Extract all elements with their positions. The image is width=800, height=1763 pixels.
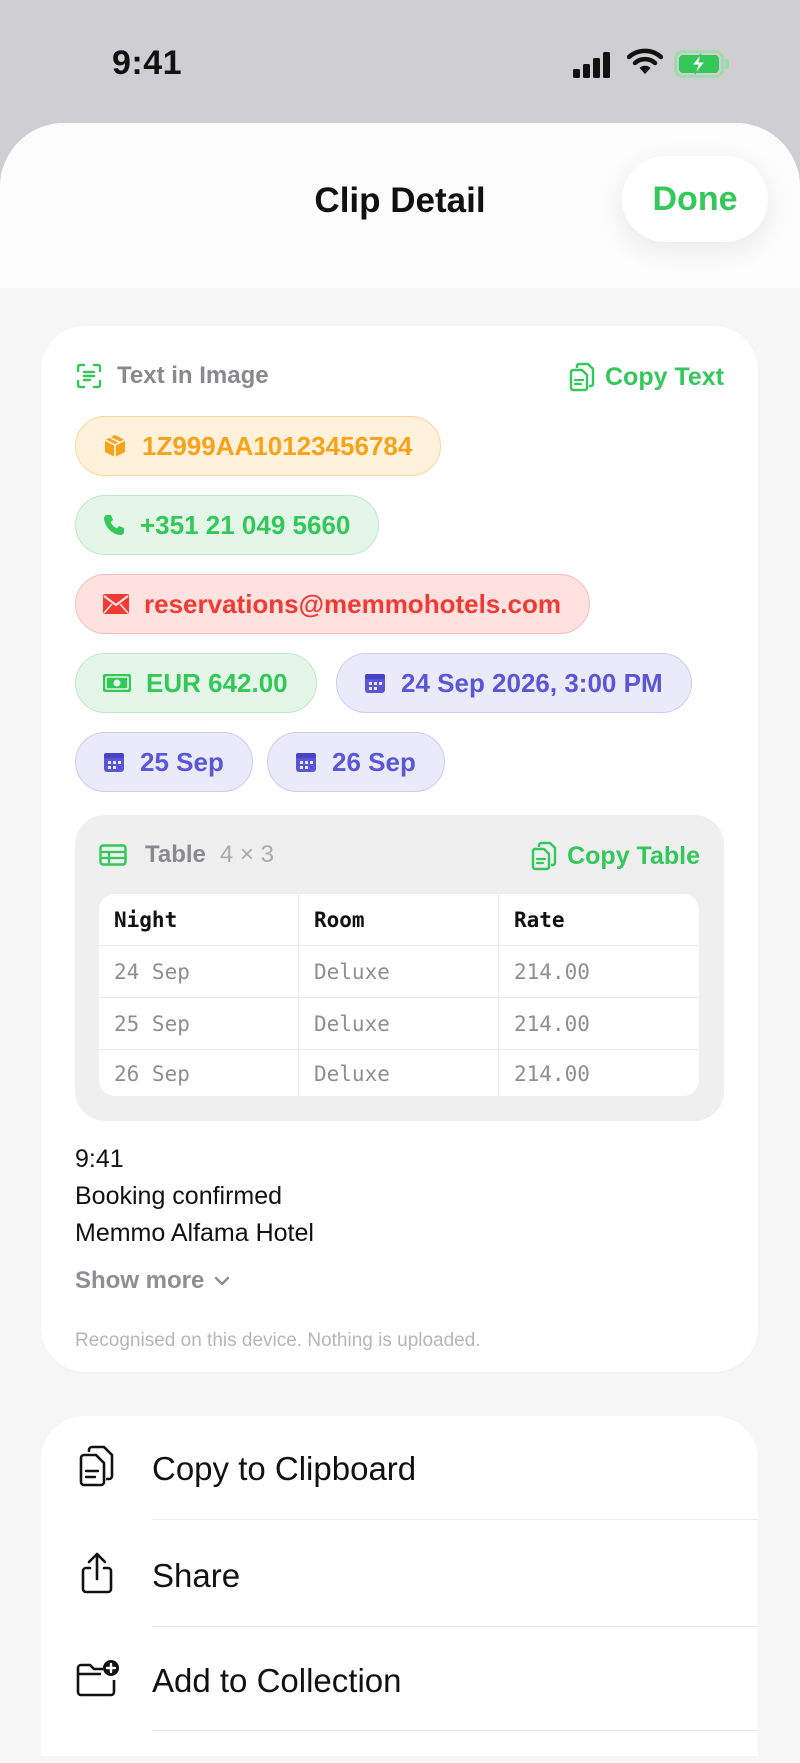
table-cell: Deluxe	[299, 998, 499, 1049]
folder-add-icon	[76, 1660, 119, 1697]
nav-bar: Clip Detail Done	[0, 123, 800, 288]
battery-charging-icon	[674, 50, 729, 78]
package-icon	[104, 435, 126, 457]
cellular-signal-icon	[573, 52, 610, 78]
action-label: Copy to Clipboard	[152, 1450, 417, 1487]
table-header-cell: Room	[299, 894, 499, 945]
datetime-chip[interactable]: 24 Sep 2026, 3:00 PM	[336, 653, 692, 713]
mail-icon	[103, 594, 129, 614]
add-to-collection-action[interactable]: Add to Collection	[41, 1628, 758, 1728]
status-bar: 9:41	[0, 0, 800, 125]
copy-table-button[interactable]: Copy Table	[531, 841, 700, 871]
share-icon	[81, 1552, 113, 1594]
table-header-cell: Night	[99, 894, 299, 945]
amount-chip[interactable]: EUR 642.00	[75, 653, 317, 713]
table-dimensions: 4 × 3	[219, 841, 274, 868]
share-action[interactable]: Share	[41, 1523, 758, 1623]
table-cell: 214.00	[514, 959, 590, 984]
recognized-line: 9:41	[75, 1145, 124, 1173]
table-cell: Deluxe	[299, 1050, 499, 1096]
action-label: Share	[152, 1557, 241, 1594]
text-recognition-icon	[76, 363, 102, 389]
recognized-line: Memmo Alfama Hotel	[75, 1219, 314, 1247]
table-cell: 25 Sep	[99, 998, 299, 1049]
show-more-label: Show more	[75, 1267, 205, 1294]
phone-icon	[104, 515, 124, 535]
copy-table-label: Copy Table	[567, 841, 700, 870]
copy-icon	[79, 1445, 114, 1487]
table-row: 25 Sep Deluxe 214.00	[99, 998, 699, 1050]
table-cell: Deluxe	[299, 946, 499, 997]
divider	[152, 1626, 758, 1627]
table-cell: 214.00	[514, 1062, 590, 1086]
copy-icon	[569, 362, 595, 392]
table-header-cell: Rate	[514, 907, 565, 932]
copy-text-button[interactable]: Copy Text	[569, 362, 724, 392]
text-section-header: Text in Image Copy Text	[75, 362, 724, 402]
table-row: 26 Sep Deluxe 214.00	[99, 1050, 699, 1096]
detected-table: Table 4 × 3 Copy Table Night Room Rate 24…	[75, 815, 724, 1121]
money-icon	[103, 674, 131, 692]
table-cell: 26 Sep	[99, 1050, 299, 1096]
done-button[interactable]: Done	[622, 156, 768, 242]
date-chip-2[interactable]: 26 Sep	[267, 732, 445, 792]
phone-chip[interactable]: +351 21 049 5660	[75, 495, 380, 555]
privacy-footnote: Recognised on this device. Nothing is up…	[75, 1330, 481, 1351]
date-chip-1[interactable]: 25 Sep	[75, 732, 253, 792]
show-more-button[interactable]: Show more	[75, 1267, 230, 1295]
copy-text-label: Copy Text	[605, 362, 724, 391]
wifi-icon	[627, 48, 663, 74]
divider	[152, 1730, 758, 1731]
table-label: Table	[145, 841, 206, 868]
calendar-icon	[365, 674, 385, 693]
text-in-image-card: Text in Image Copy Text 1Z999AA101234567…	[41, 326, 758, 1372]
text-section-label: Text in Image	[117, 362, 269, 389]
table-cell: 24 Sep	[99, 946, 299, 997]
table-cell: 214.00	[514, 1011, 590, 1036]
email-chip[interactable]: reservations@memmohotels.com	[75, 574, 590, 634]
action-label: Add to Collection	[152, 1662, 402, 1699]
divider	[152, 1519, 758, 1520]
status-time: 9:41	[112, 44, 183, 82]
table-grid: Night Room Rate 24 Sep Deluxe 214.00 25 …	[99, 894, 699, 1096]
table-header-row: Night Room Rate	[99, 894, 699, 946]
table-icon	[99, 844, 127, 866]
calendar-icon	[104, 753, 124, 772]
actions-list: Copy to Clipboard Share Add to Collectio…	[41, 1416, 758, 1756]
recognized-line: Booking confirmed	[75, 1182, 283, 1210]
tracking-number-chip[interactable]: 1Z999AA10123456784	[75, 416, 442, 476]
table-row: 24 Sep Deluxe 214.00	[99, 946, 699, 998]
chevron-down-icon	[215, 1276, 230, 1286]
recognized-text: 9:41 Booking confirmed Memmo Alfama Hote…	[75, 1141, 314, 1252]
calendar-icon	[296, 753, 316, 772]
copy-icon	[531, 841, 557, 871]
copy-to-clipboard-action[interactable]: Copy to Clipboard	[41, 1416, 758, 1516]
